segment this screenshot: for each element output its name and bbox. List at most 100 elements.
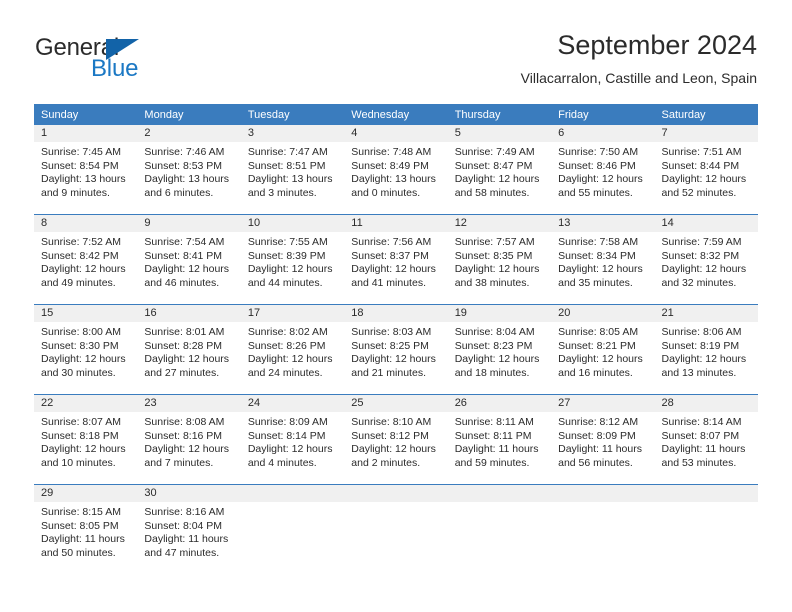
daylight-duration-line2: and 49 minutes. xyxy=(41,276,116,289)
day-cell-12[interactable]: 12 Sunrise: 7:57 AM Sunset: 8:35 PM Dayligh… xyxy=(447,215,552,304)
day-cell-29[interactable]: 29 Sunrise: 8:15 AM Sunset: 8:05 PM Dayligh… xyxy=(34,485,138,574)
calendar-cell: 5 Sunrise: 7:49 AM Sunset: 8:47 PM Daylight… xyxy=(447,125,552,215)
sunrise-time: Sunrise: 8:11 AM xyxy=(454,416,534,428)
sunrise-time: Sunrise: 8:10 AM xyxy=(351,416,432,428)
day-cell-8[interactable]: 8 Sunrise: 7:52 AM Sunset: 8:42 PM Daylight… xyxy=(34,215,138,304)
calendar-cell: 17 Sunrise: 8:02 AM Sunset: 8:26 PM Dayligh… xyxy=(240,304,345,395)
daylight-duration-line1: Daylight: 11 hours xyxy=(454,443,539,455)
day-cell-14[interactable]: 14 Sunrise: 7:59 AM Sunset: 8:32 PM Dayligh… xyxy=(654,215,758,304)
day-cell-23[interactable]: 23 Sunrise: 8:08 AM Sunset: 8:16 PM Dayligh… xyxy=(137,395,241,484)
sunset-time: Sunset: 8:37 PM xyxy=(351,249,429,262)
daylight-duration-line1: Daylight: 12 hours xyxy=(41,353,126,365)
day-number: 14 xyxy=(654,215,758,232)
calendar-cell: 9 Sunrise: 7:54 AM Sunset: 8:41 PM Daylight… xyxy=(137,214,241,305)
day-number: 21 xyxy=(654,305,758,322)
sunrise-time: Sunrise: 8:07 AM xyxy=(41,416,121,428)
daylight-duration-line1: Daylight: 12 hours xyxy=(247,443,333,455)
day-number: 25 xyxy=(344,395,448,412)
day-cell-11[interactable]: 11 Sunrise: 7:56 AM Sunset: 8:37 PM Dayligh… xyxy=(344,215,448,304)
day-cell-9[interactable]: 9 Sunrise: 7:54 AM Sunset: 8:41 PM Daylight… xyxy=(137,215,241,304)
daylight-duration-line1: Daylight: 12 hours xyxy=(661,263,747,275)
calendar-header-row: Sunday Monday Tuesday Wednesday Thursday Frid… xyxy=(34,104,758,125)
weekday-header-wednesday: Wednesday xyxy=(344,104,448,125)
calendar-cell: 30 Sunrise: 8:16 AM Sunset: 8:04 PM Dayligh… xyxy=(137,484,241,574)
calendar-cell: 27 Sunrise: 8:12 AM Sunset: 8:09 PM Dayligh… xyxy=(551,394,655,485)
daylight-duration-line1: Daylight: 12 hours xyxy=(661,173,747,185)
calendar-table: Sunday Monday Tuesday Wednesday Thursday Frid… xyxy=(34,104,758,574)
weekday-header-tuesday: Tuesday xyxy=(240,104,345,125)
day-cell-5[interactable]: 5 Sunrise: 7:49 AM Sunset: 8:47 PM Daylight… xyxy=(447,125,552,214)
calendar-cell: 6 Sunrise: 7:50 AM Sunset: 8:46 PM Daylight… xyxy=(551,125,655,215)
day-cell-4[interactable]: 4 Sunrise: 7:48 AM Sunset: 8:49 PM Daylight… xyxy=(344,125,448,214)
sunrise-time: Sunrise: 8:05 AM xyxy=(558,326,639,338)
day-cell-30[interactable]: 30 Sunrise: 8:16 AM Sunset: 8:04 PM Dayligh… xyxy=(137,485,241,574)
sunset-time: Sunset: 8:35 PM xyxy=(454,249,533,262)
sunrise-time: Sunrise: 7:59 AM xyxy=(661,236,742,248)
sunset-time: Sunset: 8:51 PM xyxy=(247,159,326,172)
day-cell-6[interactable]: 6 Sunrise: 7:50 AM Sunset: 8:46 PM Daylight… xyxy=(551,125,655,214)
page-subtitle: Villacarralon, Castille and Leon, Spain xyxy=(520,70,757,86)
calendar-cell: 13 Sunrise: 7:58 AM Sunset: 8:34 PM Dayligh… xyxy=(551,214,655,305)
generalblue-logo[interactable]: General Blue xyxy=(35,36,165,86)
day-details: Sunrise: 7:45 AM Sunset: 8:54 PM Daylight:… xyxy=(34,142,137,200)
day-cell-15[interactable]: 15 Sunrise: 8:00 AM Sunset: 8:30 PM Dayligh… xyxy=(34,305,138,394)
daylight-duration-line2: and 13 minutes. xyxy=(661,366,737,379)
day-details: Sunrise: 8:05 AM Sunset: 8:21 PM Daylight:… xyxy=(551,322,654,380)
daylight-duration-line2: and 6 minutes. xyxy=(144,186,214,199)
daylight-duration-line1: Daylight: 11 hours xyxy=(558,443,642,455)
day-number: 28 xyxy=(654,395,758,412)
day-cell-10[interactable]: 10 Sunrise: 7:55 AM Sunset: 8:39 PM Dayligh… xyxy=(240,215,345,304)
day-cell-18[interactable]: 18 Sunrise: 8:03 AM Sunset: 8:25 PM Dayligh… xyxy=(344,305,448,394)
sunrise-time: Sunrise: 8:01 AM xyxy=(144,326,225,338)
day-cell-20[interactable]: 20 Sunrise: 8:05 AM Sunset: 8:21 PM Dayligh… xyxy=(551,305,655,394)
day-number: 17 xyxy=(240,305,345,322)
day-cell-21[interactable]: 21 Sunrise: 8:06 AM Sunset: 8:19 PM Dayligh… xyxy=(654,305,758,394)
calendar-cell: 4 Sunrise: 7:48 AM Sunset: 8:49 PM Daylight… xyxy=(344,125,448,215)
daylight-duration-line1: Daylight: 12 hours xyxy=(144,443,230,455)
day-cell-7[interactable]: 7 Sunrise: 7:51 AM Sunset: 8:44 PM Daylight… xyxy=(654,125,758,214)
daylight-duration-line2: and 16 minutes. xyxy=(558,366,633,379)
day-details: Sunrise: 7:49 AM Sunset: 8:47 PM Daylight:… xyxy=(448,142,551,200)
day-number: 6 xyxy=(551,125,655,142)
weekday-header-thursday: Thursday xyxy=(447,104,552,125)
daylight-duration-line1: Daylight: 13 hours xyxy=(351,173,436,185)
day-cell-empty xyxy=(447,485,552,574)
day-number: 24 xyxy=(240,395,345,412)
title-block: September 2024 Villacarralon, Castille a… xyxy=(521,28,757,88)
daylight-duration-line2: and 35 minutes. xyxy=(558,276,633,289)
day-cell-17[interactable]: 17 Sunrise: 8:02 AM Sunset: 8:26 PM Dayligh… xyxy=(240,305,345,394)
calendar-cell: 8 Sunrise: 7:52 AM Sunset: 8:42 PM Daylight… xyxy=(34,214,138,305)
day-cell-26[interactable]: 26 Sunrise: 8:11 AM Sunset: 8:11 PM Dayligh… xyxy=(447,395,552,484)
sunrise-time: Sunrise: 7:45 AM xyxy=(41,146,121,158)
day-cell-1[interactable]: 1 Sunrise: 7:45 AM Sunset: 8:54 PM Daylight… xyxy=(34,125,138,214)
day-cell-3[interactable]: 3 Sunrise: 7:47 AM Sunset: 8:51 PM Daylight… xyxy=(240,125,345,214)
day-cell-27[interactable]: 27 Sunrise: 8:12 AM Sunset: 8:09 PM Dayligh… xyxy=(551,395,655,484)
day-details: Sunrise: 7:58 AM Sunset: 8:34 PM Daylight:… xyxy=(551,232,654,290)
day-number: 1 xyxy=(34,125,138,142)
day-cell-13[interactable]: 13 Sunrise: 7:58 AM Sunset: 8:34 PM Dayligh… xyxy=(551,215,655,304)
daylight-duration-line1: Daylight: 12 hours xyxy=(558,263,643,275)
calendar-week-row: 1 Sunrise: 7:45 AM Sunset: 8:54 PM Daylight… xyxy=(34,125,758,215)
day-details: Sunrise: 8:04 AM Sunset: 8:23 PM Daylight:… xyxy=(448,322,551,380)
calendar-page: General Blue September 2024 Villacarralo… xyxy=(0,0,792,612)
day-cell-16[interactable]: 16 Sunrise: 8:01 AM Sunset: 8:28 PM Dayligh… xyxy=(137,305,241,394)
day-cell-2[interactable]: 2 Sunrise: 7:46 AM Sunset: 8:53 PM Daylight… xyxy=(137,125,241,214)
sunset-time: Sunset: 8:34 PM xyxy=(558,249,636,262)
daylight-duration-line1: Daylight: 11 hours xyxy=(144,533,229,545)
day-number xyxy=(447,485,552,502)
sunset-time: Sunset: 8:30 PM xyxy=(41,339,119,352)
day-cell-19[interactable]: 19 Sunrise: 8:04 AM Sunset: 8:23 PM Dayligh… xyxy=(447,305,552,394)
daylight-duration-line1: Daylight: 12 hours xyxy=(351,263,436,275)
sunrise-time: Sunrise: 7:48 AM xyxy=(351,146,432,158)
day-number: 8 xyxy=(34,215,138,232)
sunrise-time: Sunrise: 7:54 AM xyxy=(144,236,225,248)
daylight-duration-line2: and 52 minutes. xyxy=(661,186,737,199)
daylight-duration-line1: Daylight: 13 hours xyxy=(144,173,230,185)
day-cell-28[interactable]: 28 Sunrise: 8:14 AM Sunset: 8:07 PM Dayligh… xyxy=(654,395,758,484)
calendar-cell xyxy=(654,484,758,574)
day-cell-25[interactable]: 25 Sunrise: 8:10 AM Sunset: 8:12 PM Dayligh… xyxy=(344,395,448,484)
day-cell-22[interactable]: 22 Sunrise: 8:07 AM Sunset: 8:18 PM Dayligh… xyxy=(34,395,138,484)
day-cell-24[interactable]: 24 Sunrise: 8:09 AM Sunset: 8:14 PM Dayligh… xyxy=(240,395,345,484)
day-details: Sunrise: 8:15 AM Sunset: 8:05 PM Daylight:… xyxy=(34,502,137,560)
sunrise-time: Sunrise: 7:50 AM xyxy=(558,146,639,158)
